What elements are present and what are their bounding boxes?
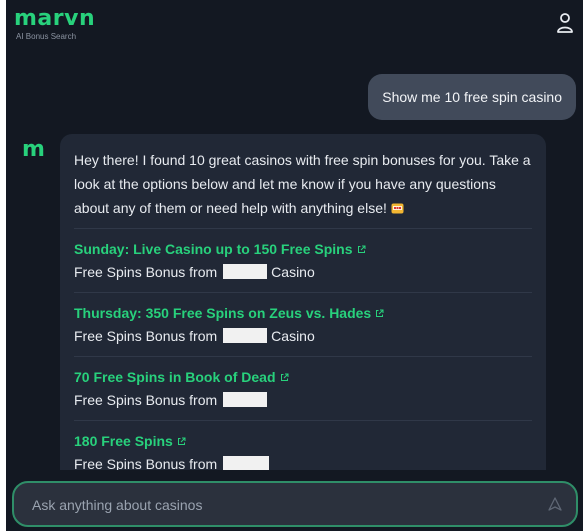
redacted-casino-name (223, 392, 268, 407)
offer-item: Sunday: Live Casino up to 150 Free Spins… (74, 228, 532, 292)
offer-title[interactable]: Sunday: Live Casino up to 150 Free Spins (74, 241, 353, 257)
offer-source: Free Spins Bonus from (74, 453, 532, 470)
offer-source-suffix: Casino (271, 264, 315, 280)
offer-item: Thursday: 350 Free Spins on Zeus vs. Had… (74, 292, 532, 356)
offer-source: Free Spins Bonus from Casino (74, 325, 532, 347)
offer-source-suffix: Casino (271, 328, 315, 344)
app-logo[interactable]: marvn (14, 8, 95, 30)
redacted-casino-name (223, 328, 268, 343)
offer-item: 180 Free Spins Free Spins Bonus from (74, 420, 532, 470)
assistant-intro-copy: Hey there! I found 10 great casinos with… (74, 152, 531, 216)
assistant-avatar: m (22, 137, 45, 162)
chat-input[interactable] (30, 483, 534, 527)
offer-link[interactable]: 180 Free Spins (74, 431, 532, 451)
app-header: marvn AI Bonus Search (8, 8, 580, 48)
frame-edge-left (0, 0, 6, 531)
offer-title[interactable]: Thursday: 350 Free Spins on Zeus vs. Had… (74, 305, 371, 321)
assistant-intro-text: Hey there! I found 10 great casinos with… (74, 148, 532, 220)
offer-source-prefix: Free Spins Bonus from (74, 392, 218, 408)
external-link-icon[interactable] (357, 245, 366, 254)
external-link-icon[interactable] (177, 437, 186, 446)
offer-source-prefix: Free Spins Bonus from (74, 328, 218, 344)
offer-title[interactable]: 70 Free Spins in Book of Dead (74, 369, 276, 385)
user-message-bubble: Show me 10 free spin casino (368, 74, 576, 120)
offer-link[interactable]: Sunday: Live Casino up to 150 Free Spins (74, 239, 532, 259)
user-icon[interactable] (556, 12, 574, 34)
chat-composer (12, 481, 578, 527)
offer-link[interactable]: 70 Free Spins in Book of Dead (74, 367, 532, 387)
app-tagline: AI Bonus Search (16, 32, 77, 41)
offer-source: Free Spins Bonus from (74, 389, 532, 411)
offer-item: 70 Free Spins in Book of Dead Free Spins… (74, 356, 532, 420)
external-link-icon[interactable] (280, 373, 289, 382)
offer-source: Free Spins Bonus from Casino (74, 261, 532, 283)
assistant-message-card: Hey there! I found 10 great casinos with… (60, 134, 546, 470)
offer-source-prefix: Free Spins Bonus from (74, 456, 218, 470)
slot-machine-icon (391, 203, 404, 214)
external-link-icon[interactable] (375, 309, 384, 318)
send-icon[interactable] (548, 497, 562, 511)
offer-link[interactable]: Thursday: 350 Free Spins on Zeus vs. Had… (74, 303, 532, 323)
offer-title[interactable]: 180 Free Spins (74, 433, 173, 449)
offer-source-prefix: Free Spins Bonus from (74, 264, 218, 280)
redacted-casino-name (223, 264, 268, 279)
redacted-casino-name (223, 456, 270, 470)
